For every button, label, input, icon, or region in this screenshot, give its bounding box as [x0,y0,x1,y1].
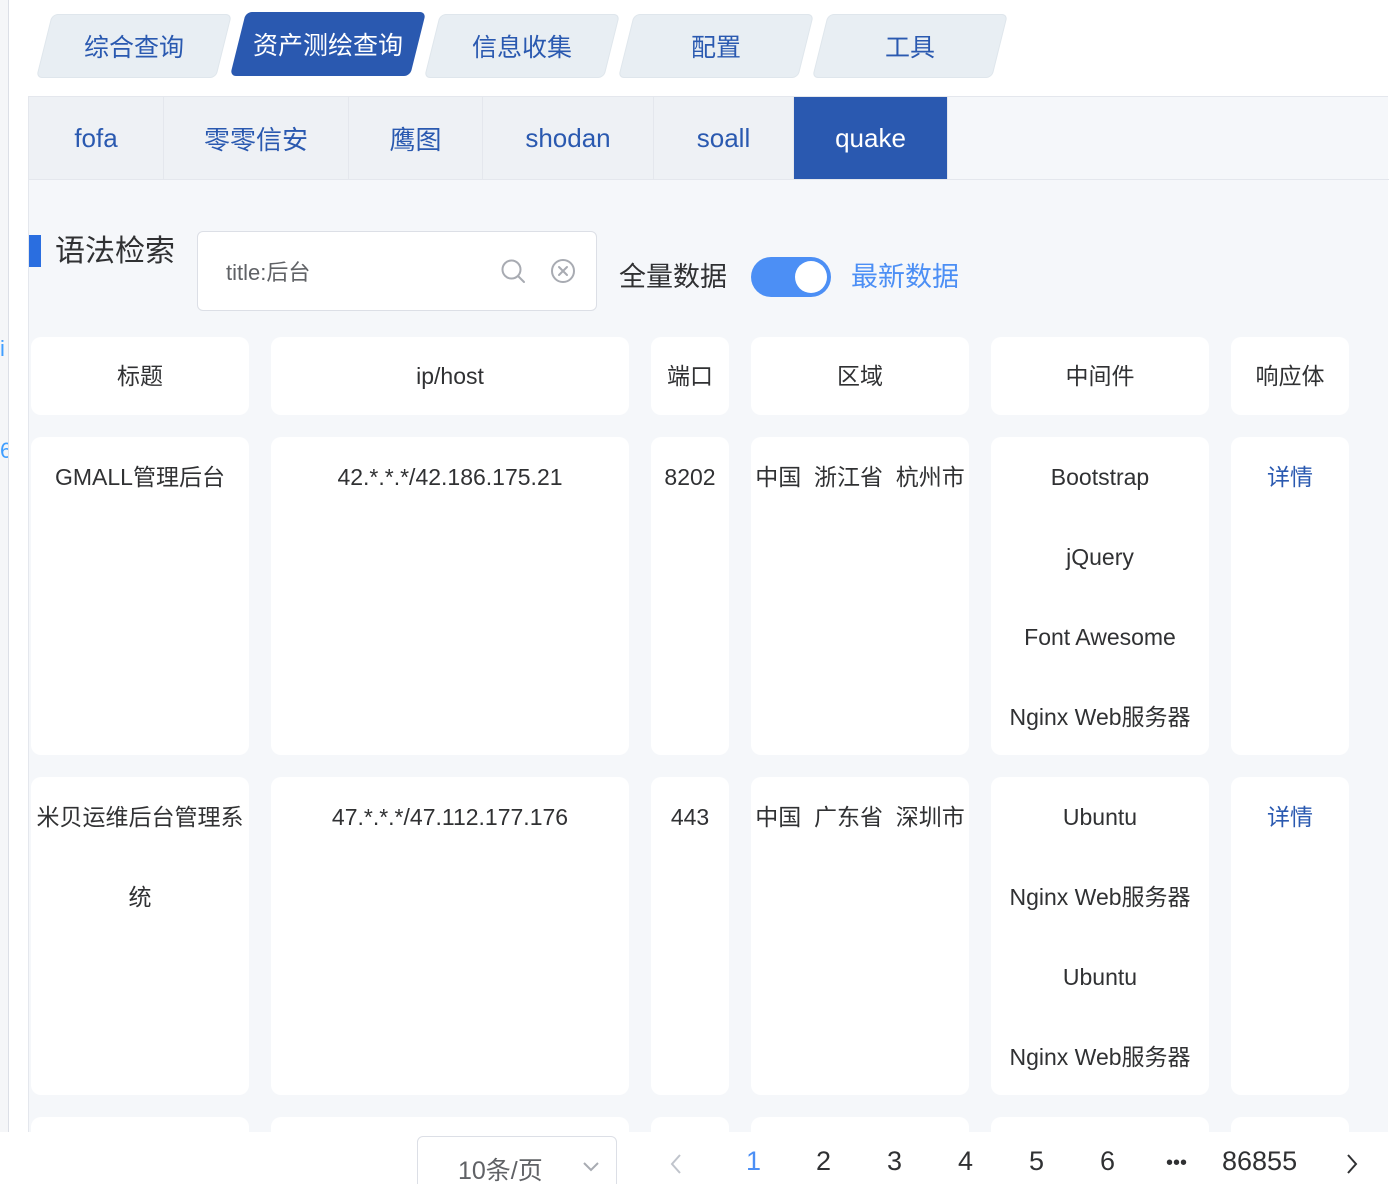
latest-data-label: 最新数据 [851,262,959,292]
more-pages-ellipsis[interactable]: ••• [1166,1152,1187,1175]
table-row-2-port: 443 [651,777,729,1095]
page-3[interactable]: 3 [887,1146,902,1177]
edge-glyph: 6 [0,440,8,462]
full-data-label: 全量数据 [619,262,727,292]
top-tab-bar: 综合查询 资产测绘查询 信息收集 配置 工具 [32,12,1032,80]
toggle-knob [795,261,827,293]
page-last[interactable]: 86855 [1222,1146,1297,1177]
syntax-search-label: 语法检索 [55,235,175,268]
tab-fofa[interactable]: fofa [29,97,164,179]
table-row-2-title: 米贝运维后台管理系 统 [31,777,249,1095]
prev-page-icon[interactable] [668,1152,684,1176]
table-row-2-host: 47.*.*.*/47.112.177.176 [271,777,629,1095]
next-page-icon[interactable] [1344,1152,1360,1176]
tab-tools[interactable]: 工具 [812,14,1008,78]
edge-glyph: i [0,336,5,361]
pagination: 10条/页 1 2 3 4 5 6 ••• 86855 [0,1132,1394,1184]
tab-info-collection[interactable]: 信息收集 [424,14,620,78]
table-row-1-port: 8202 [651,437,729,755]
page-1[interactable]: 1 [746,1146,761,1177]
table-row-1-title: GMALL管理后台 [31,437,249,755]
page-4[interactable]: 4 [958,1146,973,1177]
details-link[interactable]: 详情 [1231,437,1349,517]
tab-soall[interactable]: soall [654,97,794,179]
column-header-middleware: 中间件 [991,337,1209,415]
page-size-select[interactable]: 10条/页 [417,1136,617,1184]
page-5[interactable]: 5 [1029,1146,1044,1177]
page-2[interactable]: 2 [816,1146,831,1177]
column-header-region: 区域 [751,337,969,415]
table-row-2-response: 详情 [1231,777,1349,1095]
column-header-response: 响应体 [1231,337,1349,415]
data-mode-toggle[interactable] [751,257,831,297]
tab-zero-zero-xinan[interactable]: 零零信安 [164,97,349,179]
table-row-1-region: 中国 浙江省 杭州市 [751,437,969,755]
tab-config[interactable]: 配置 [618,14,814,78]
search-input[interactable] [226,232,486,310]
table-row-1-response: 详情 [1231,437,1349,755]
column-header-title: 标题 [31,337,249,415]
clear-icon[interactable] [550,258,576,284]
tab-asset-mapping-query[interactable]: 资产测绘查询 [230,12,426,76]
section-accent-bar [29,235,41,267]
chevron-down-icon [583,1162,599,1172]
table-row-1-host: 42.*.*.*/42.186.175.21 [271,437,629,755]
details-link[interactable]: 详情 [1231,777,1349,857]
column-header-host: ip/host [271,337,629,415]
search-box [197,231,597,311]
column-header-port: 端口 [651,337,729,415]
engine-tab-bar: fofa 零零信安 鹰图 shodan soall quake [29,97,1389,180]
search-icon[interactable] [500,258,526,284]
table-row-2-middleware: Ubuntu Nginx Web服务器 Ubuntu Nginx Web服务器 [991,777,1209,1095]
tab-comprehensive-query[interactable]: 综合查询 [36,14,232,78]
table-row-1-middleware: Bootstrap jQuery Font Awesome Nginx Web服… [991,437,1209,755]
left-window-edge: i 6 [0,0,9,1184]
tab-quake[interactable]: quake [794,97,948,179]
table-row-2-region: 中国 广东省 深圳市 [751,777,969,1095]
search-row: 语法检索 全量数据 最新数据 [29,231,1389,311]
page-6[interactable]: 6 [1100,1146,1115,1177]
content-panel: fofa 零零信安 鹰图 shodan soall quake 语法检索 全量数… [28,96,1389,1157]
tab-shodan[interactable]: shodan [483,97,654,179]
tab-hunter[interactable]: 鹰图 [349,97,483,179]
